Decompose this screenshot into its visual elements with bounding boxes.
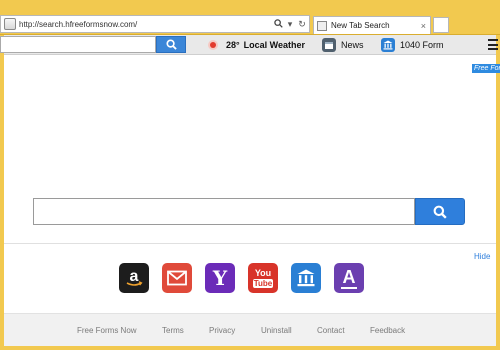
main-search-button[interactable] (415, 198, 465, 225)
news-icon (322, 38, 336, 52)
browser-tab[interactable]: New Tab Search × (313, 16, 431, 34)
footer-link-uninstall[interactable]: Uninstall (261, 326, 292, 335)
local-weather-link[interactable]: 28° Local Weather (210, 38, 305, 52)
tab-favicon-icon (317, 20, 327, 31)
news-link[interactable]: News (322, 37, 364, 53)
address-url[interactable]: http://search.hfreeformsnow.com/ (19, 20, 273, 29)
dictionary-icon: A (342, 266, 356, 287)
new-tab-button[interactable] (433, 17, 449, 33)
footer: Free Forms Now Terms Privacy Uninstall C… (4, 313, 496, 346)
news-label: News (341, 40, 364, 50)
mail-shortcut[interactable] (162, 263, 192, 293)
window-frame-right (496, 35, 500, 350)
window-frame-left (0, 35, 4, 350)
footer-link-privacy[interactable]: Privacy (209, 326, 235, 335)
search-icon[interactable] (273, 18, 283, 30)
page-favicon-icon (4, 18, 16, 30)
main-search-input[interactable] (33, 198, 415, 225)
address-bar[interactable]: http://search.hfreeformsnow.com/ ▾ ↻ (0, 15, 310, 33)
search-icon (165, 39, 177, 50)
youtube-icon-top: You (254, 267, 272, 278)
toolbar: 28° Local Weather News 1040 Form (0, 35, 498, 55)
amazon-icon: a (126, 268, 143, 286)
section-divider (4, 243, 496, 244)
bank-icon (297, 269, 315, 287)
toolbar-search-input[interactable] (0, 36, 156, 53)
hamburger-menu-icon[interactable] (488, 39, 498, 50)
footer-link-feedback[interactable]: Feedback (370, 326, 405, 335)
yahoo-shortcut[interactable]: Y (205, 263, 235, 293)
refresh-icon[interactable]: ↻ (297, 19, 307, 30)
search-icon (433, 205, 447, 219)
footer-link-contact[interactable]: Contact (317, 326, 345, 335)
mail-icon (167, 270, 187, 286)
bank-shortcut[interactable] (291, 263, 321, 293)
weather-label: Local Weather (243, 40, 305, 50)
footer-link-free-forms-now[interactable]: Free Forms Now (77, 326, 137, 335)
youtube-icon-bottom: Tube (252, 278, 274, 288)
weather-icon (210, 42, 216, 48)
toolbar-search-button[interactable] (156, 36, 186, 53)
form-label: 1040 Form (400, 40, 444, 50)
bank-icon (381, 38, 395, 52)
window-frame-bottom (0, 346, 500, 350)
free-forms-badge[interactable]: Free Forms Now (472, 64, 500, 73)
close-tab-icon[interactable]: × (421, 21, 426, 31)
dropdown-arrow-icon[interactable]: ▾ (285, 19, 295, 30)
yahoo-icon: Y (212, 266, 228, 290)
youtube-shortcut[interactable]: You Tube (248, 263, 278, 293)
weather-temperature: 28° (226, 40, 240, 50)
form-1040-link[interactable]: 1040 Form (381, 37, 444, 53)
amazon-shortcut[interactable]: a (119, 263, 149, 293)
footer-link-terms[interactable]: Terms (162, 326, 184, 335)
dictionary-underline (341, 286, 357, 289)
dictionary-shortcut[interactable]: A (334, 263, 364, 293)
svg-text:a: a (130, 268, 139, 285)
tab-title: New Tab Search (331, 21, 390, 30)
hide-shortcuts-link[interactable]: Hide (474, 252, 490, 261)
